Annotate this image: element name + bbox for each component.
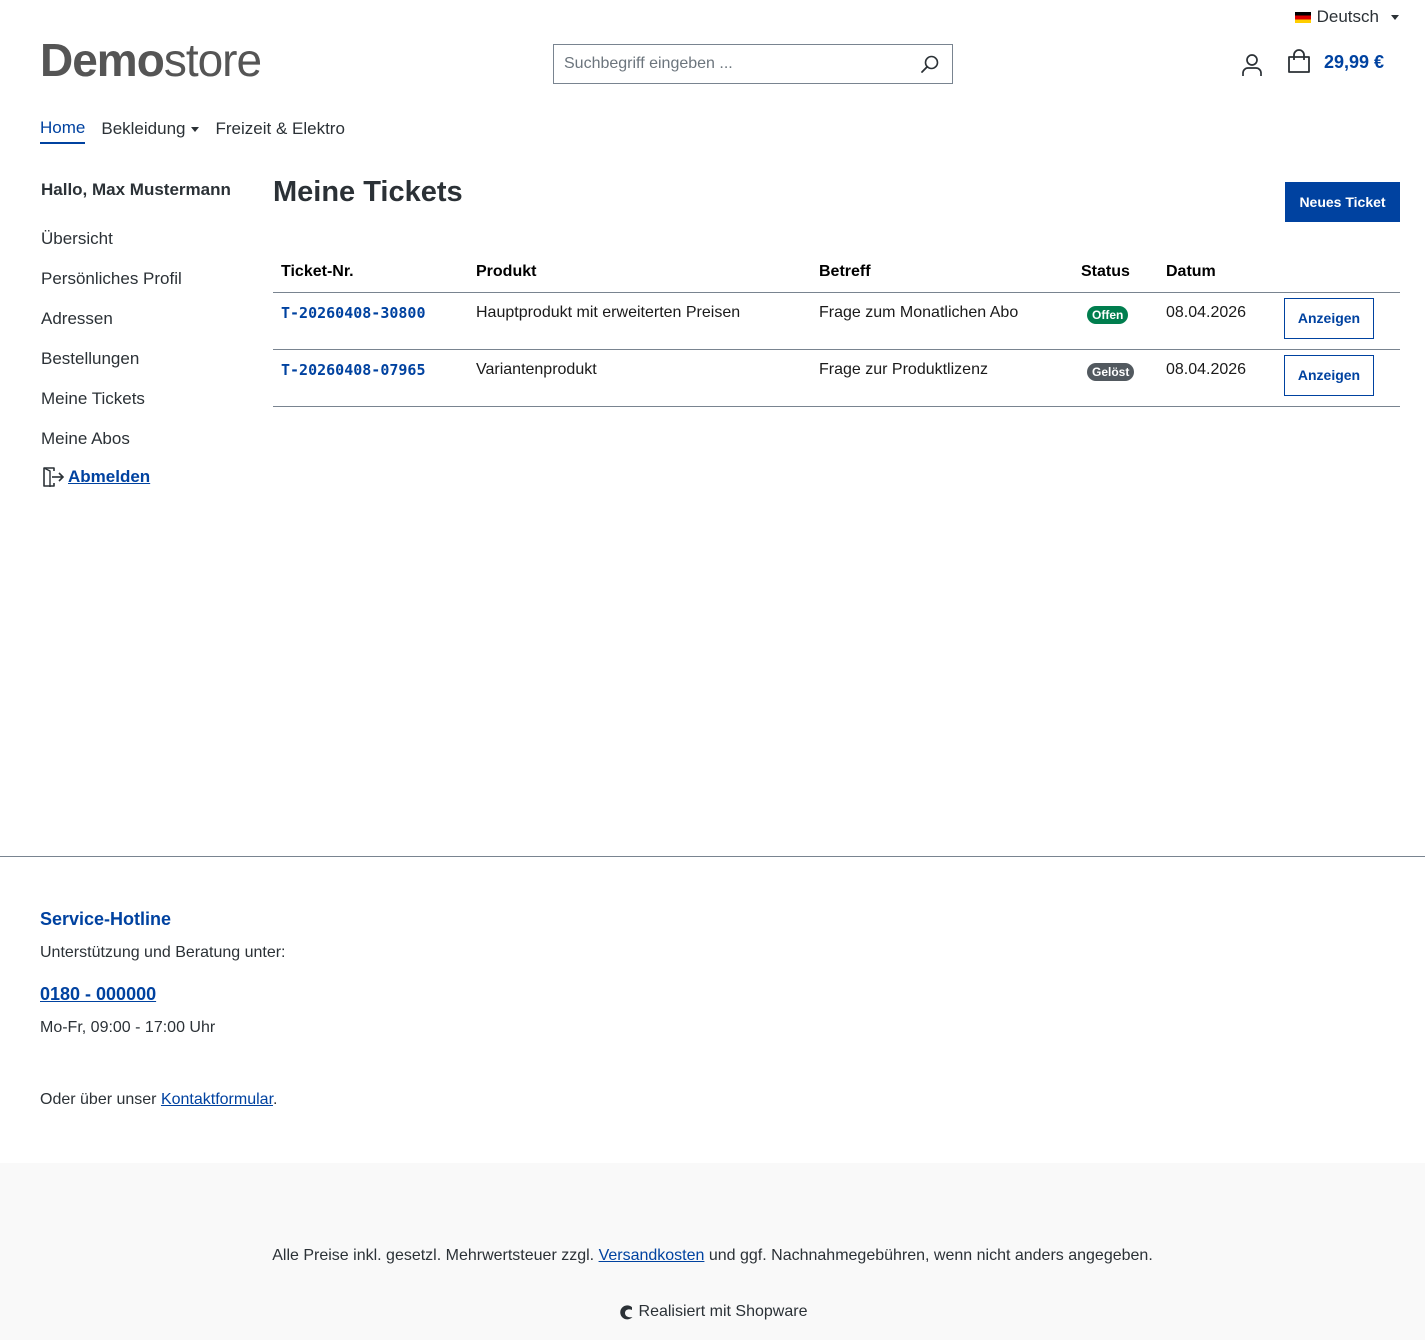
- language-label: Deutsch: [1316, 7, 1379, 26]
- ticket-product: Hauptprodukt mit erweiterten Preisen: [468, 292, 811, 350]
- contact-prefix: Oder über unser: [40, 1091, 161, 1108]
- column-header-status: Status: [1073, 252, 1158, 293]
- nav-item-label: Home: [40, 118, 86, 137]
- account-sidebar: Hallo, Max Mustermann Übersicht Persönli…: [41, 180, 251, 489]
- logout-icon: [43, 467, 65, 487]
- search-button[interactable]: [908, 45, 952, 83]
- cart-button[interactable]: 29,99 €: [1286, 49, 1384, 75]
- vat-prefix: Alle Preise inkl. gesetzl. Mehrwertsteue…: [272, 1247, 599, 1264]
- hotline-phone-link[interactable]: 0180 - 000000: [40, 984, 156, 1005]
- hotline-title: Service-Hotline: [40, 909, 172, 929]
- powered-by-label: Realisiert mit Shopware: [638, 1303, 808, 1320]
- shipping-costs-link[interactable]: Versandkosten: [599, 1247, 705, 1264]
- powered-by[interactable]: Realisiert mit Shopware: [0, 1303, 1425, 1321]
- footer-divider: [0, 856, 1425, 857]
- account-greeting: Hallo, Max Mustermann: [41, 180, 231, 199]
- ticket-id-link[interactable]: T-20260408-30800: [281, 304, 426, 322]
- column-header-subject: Betreff: [811, 252, 1073, 293]
- nav-item-home[interactable]: Home: [40, 118, 86, 144]
- shopware-logo-icon: [619, 1304, 633, 1319]
- ticket-product: Variantenprodukt: [468, 349, 811, 407]
- main-navigation: Home Bekleidung Freizeit & Elektro: [40, 118, 361, 144]
- sidebar-item-tickets[interactable]: Meine Tickets: [41, 389, 251, 429]
- hotline-hours: Mo-Fr, 09:00 - 17:00 Uhr: [40, 1019, 216, 1036]
- column-header-product: Produkt: [468, 252, 811, 293]
- sidebar-item-subscriptions[interactable]: Meine Abos: [41, 429, 251, 469]
- chevron-down-icon: [1391, 14, 1399, 20]
- german-flag-icon: [1294, 11, 1311, 23]
- nav-item-label: Bekleidung: [101, 119, 186, 138]
- hotline-text: Unterstützung und Beratung unter:: [40, 944, 286, 961]
- ticket-date: 08.04.2026: [1158, 292, 1276, 350]
- chevron-down-icon: [191, 126, 200, 132]
- user-icon: [1242, 54, 1262, 76]
- table-header-row: Ticket-Nr. Produkt Betreff Status Datum: [273, 252, 1400, 293]
- show-ticket-button[interactable]: Anzeigen: [1284, 297, 1374, 339]
- new-ticket-button[interactable]: Neues Ticket: [1285, 182, 1400, 222]
- logo-light-text: store: [163, 34, 262, 86]
- logo-bold-text: Demo: [40, 34, 165, 86]
- contact-form-link[interactable]: Kontaktformular: [161, 1091, 273, 1108]
- sidebar-item-orders[interactable]: Bestellungen: [41, 349, 251, 389]
- search-icon: [921, 55, 939, 73]
- nav-item-freizeit-elektro[interactable]: Freizeit & Elektro: [215, 118, 344, 144]
- shopping-bag-icon: [1288, 49, 1310, 73]
- column-header-ticket-nr: Ticket-Nr.: [273, 252, 468, 293]
- logout-label: Abmelden: [68, 467, 151, 486]
- column-header-actions: [1276, 252, 1400, 293]
- nav-item-bekleidung[interactable]: Bekleidung: [101, 118, 200, 144]
- tickets-table: Ticket-Nr. Produkt Betreff Status Datum …: [273, 252, 1400, 407]
- ticket-date: 08.04.2026: [1158, 349, 1276, 407]
- search-input[interactable]: [554, 45, 908, 83]
- column-header-date: Datum: [1158, 252, 1276, 293]
- status-badge: Offen: [1087, 305, 1129, 324]
- table-row: T-20260408-07965 Variantenprodukt Frage …: [273, 349, 1400, 407]
- show-ticket-button[interactable]: Anzeigen: [1284, 354, 1374, 396]
- contact-suffix: .: [273, 1091, 278, 1108]
- search-box: [553, 44, 953, 84]
- contact-text: Oder über unser Kontaktformular.: [40, 1091, 277, 1109]
- nav-item-label: Freizeit & Elektro: [215, 119, 345, 138]
- sidebar-item-profile[interactable]: Persönliches Profil: [41, 269, 251, 309]
- ticket-subject: Frage zur Produktlizenz: [811, 349, 1073, 407]
- ticket-subject: Frage zum Monatlichen Abo: [811, 292, 1073, 350]
- vat-notice: Alle Preise inkl. gesetzl. Mehrwertsteue…: [0, 1247, 1425, 1265]
- page-title: Meine Tickets: [273, 176, 463, 208]
- cart-total: 29,99 €: [1324, 51, 1385, 72]
- table-row: T-20260408-30800 Hauptprodukt mit erweit…: [273, 292, 1400, 350]
- sidebar-item-overview[interactable]: Übersicht: [41, 229, 251, 269]
- ticket-id-link[interactable]: T-20260408-07965: [281, 361, 426, 379]
- logout-link[interactable]: Abmelden: [41, 465, 251, 489]
- sidebar-item-addresses[interactable]: Adressen: [41, 309, 251, 349]
- logo[interactable]: Demostore: [40, 34, 262, 86]
- status-badge: Gelöst: [1087, 362, 1135, 381]
- vat-suffix: und ggf. Nachnahmegebühren, wenn nicht a…: [704, 1247, 1153, 1264]
- account-button[interactable]: [1238, 51, 1266, 79]
- language-switcher[interactable]: Deutsch: [1294, 7, 1399, 27]
